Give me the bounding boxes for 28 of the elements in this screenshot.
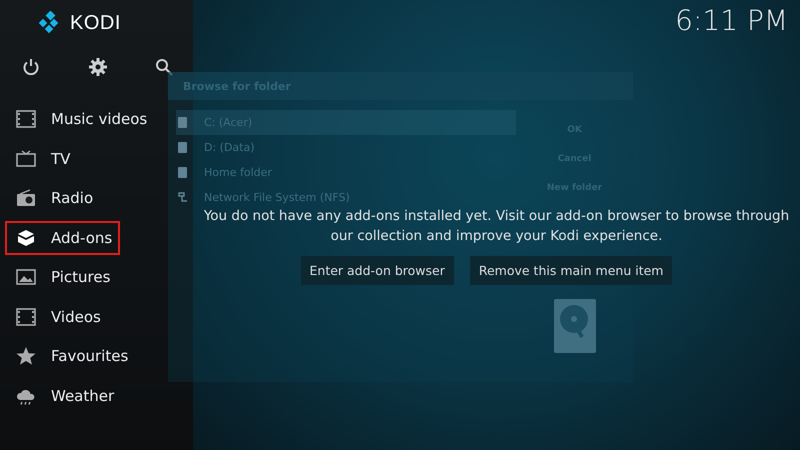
menu-item[interactable]: Music videos bbox=[5, 102, 156, 136]
action-button[interactable]: Remove this main menu item bbox=[470, 256, 672, 285]
film-icon bbox=[16, 308, 36, 326]
clock: 6:11 PM bbox=[675, 4, 788, 37]
logo-text: KODI bbox=[70, 12, 121, 34]
message-text: You do not have any add-ons installed yet. Visit our add-on browser to browse through our collection and improve your Kodi experience. bbox=[202, 207, 790, 246]
search-icon[interactable] bbox=[155, 58, 173, 76]
menu-item[interactable]: Add-ons bbox=[5, 220, 120, 255]
power-icon[interactable] bbox=[22, 58, 40, 76]
box-icon bbox=[16, 228, 36, 247]
menu-item[interactable]: Weather bbox=[5, 378, 122, 413]
network-icon bbox=[178, 192, 187, 203]
picture-icon bbox=[16, 268, 36, 286]
drive-icon bbox=[178, 167, 187, 178]
hard-drive-icon bbox=[554, 299, 596, 353]
menu-item[interactable]: Favourites bbox=[5, 339, 136, 374]
star-icon bbox=[16, 347, 36, 366]
film-icon bbox=[16, 110, 36, 128]
menu-item[interactable]: Pictures bbox=[5, 260, 118, 294]
drive-icon bbox=[178, 117, 187, 128]
radio-icon bbox=[16, 189, 36, 208]
action-button[interactable]: Enter add-on browser bbox=[300, 256, 454, 285]
menu-item[interactable]: Videos bbox=[5, 300, 116, 334]
menu-item[interactable]: Radio bbox=[5, 181, 116, 216]
drive-icon bbox=[178, 142, 187, 153]
menu-item[interactable]: TV bbox=[5, 142, 116, 176]
settings-icon[interactable] bbox=[88, 58, 106, 76]
tv-icon bbox=[16, 150, 36, 168]
